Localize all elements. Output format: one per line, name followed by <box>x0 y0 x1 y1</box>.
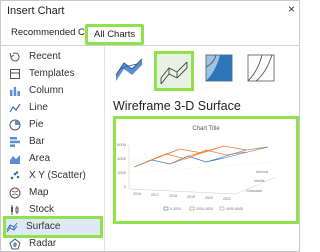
sidebar-item-label: Area <box>29 153 51 164</box>
recent-icon <box>9 51 21 63</box>
sidebar-item-label: Stock <box>29 204 55 215</box>
preview-y-tick: 6000 <box>117 142 127 147</box>
sidebar-item-label: Pie <box>29 119 44 130</box>
subtype-contour-button[interactable] <box>202 51 236 85</box>
column-chart-icon <box>9 85 21 97</box>
close-icon[interactable]: × <box>288 2 295 16</box>
chart-preview[interactable]: Chart Title 6000 4000 2000 0 2016 2017 2… <box>113 116 299 224</box>
preview-x-tick: 2017 <box>151 193 159 197</box>
sidebar-item-column[interactable]: Column <box>9 83 101 99</box>
sidebar-item-map[interactable]: Map <box>9 185 101 201</box>
sidebar-item-label: Radar <box>29 238 57 249</box>
sidebar-item-label: Map <box>29 187 49 198</box>
sidebar-item-line[interactable]: Line <box>9 100 101 116</box>
surface-3d-icon <box>115 58 143 81</box>
chart-subtype-row <box>110 49 296 91</box>
sidebar-item-label: X Y (Scatter) <box>29 170 86 181</box>
tab-all-charts[interactable]: All Charts <box>85 24 145 45</box>
preview-x-tick: 2016 <box>133 192 141 196</box>
sidebar-item-recent[interactable]: Recent <box>9 49 101 65</box>
radar-chart-icon <box>9 238 21 250</box>
sidebar-item-label: Bar <box>29 136 45 147</box>
preview-legend-item: 4000-6000 <box>226 207 243 211</box>
area-chart-icon <box>9 153 21 165</box>
preview-depth-tick: Vanilla <box>254 179 265 183</box>
preview-legend-item: 0-2000 <box>170 207 181 211</box>
preview-chart-title: Chart Title <box>192 126 220 132</box>
contour-icon <box>205 54 233 82</box>
sidebar-item-area[interactable]: Area <box>9 151 101 167</box>
map-chart-icon <box>9 187 21 199</box>
wireframe-contour-icon <box>247 54 275 82</box>
tab-bar: Recommended Charts All Charts <box>1 21 299 46</box>
stock-chart-icon <box>9 204 21 216</box>
selected-chart-type-heading: Wireframe 3-D Surface <box>113 99 241 113</box>
sidebar-item-label: Column <box>29 85 64 96</box>
templates-icon <box>9 68 21 80</box>
wireframe-surface-icon <box>160 61 188 85</box>
sidebar-item-label: Surface <box>26 221 61 232</box>
preview-x-tick: 2021 <box>223 197 231 201</box>
scatter-chart-icon <box>9 170 21 182</box>
preview-x-tick: 2018 <box>169 194 177 198</box>
preview-depth-tick: Almond <box>256 170 268 174</box>
dialog-title: Insert Chart <box>7 5 65 17</box>
sidebar-item-label: Recent <box>29 51 61 62</box>
sidebar-item-label: Line <box>29 102 48 113</box>
subtype-wireframe-contour-button[interactable] <box>244 51 278 85</box>
preview-depth-tick: Chocolate <box>246 189 262 193</box>
chart-content-area: Wireframe 3-D Surface Chart Title 6000 4… <box>105 46 299 251</box>
subtype-wireframe-3d-surface-button[interactable] <box>154 51 194 91</box>
sidebar-item-bar[interactable]: Bar <box>9 134 101 150</box>
preview-y-tick: 0 <box>124 184 127 189</box>
preview-y-tick: 4000 <box>117 156 127 161</box>
sidebar-item-templates[interactable]: Templates <box>9 66 101 82</box>
line-chart-icon <box>9 102 21 114</box>
chart-preview-graphic: Chart Title 6000 4000 2000 0 2016 2017 2… <box>117 126 277 211</box>
sidebar-item-surface[interactable]: Surface <box>6 219 100 235</box>
preview-x-tick: 2019 <box>187 195 195 199</box>
sidebar-item-pie[interactable]: Pie <box>9 117 101 133</box>
preview-y-tick: 2000 <box>117 170 127 175</box>
preview-x-tick: 2020 <box>205 196 213 200</box>
preview-legend-item: 2000-4000 <box>196 207 213 211</box>
sidebar-item-scatter[interactable]: X Y (Scatter) <box>9 168 101 184</box>
sidebar-item-stock[interactable]: Stock <box>9 202 101 218</box>
sidebar-item-label: Templates <box>29 68 75 79</box>
insert-chart-dialog: Insert Chart × Recommended Charts All Ch… <box>0 0 300 252</box>
surface-chart-icon <box>6 221 18 233</box>
bar-chart-icon <box>9 136 21 148</box>
subtype-3d-surface-button[interactable] <box>112 51 146 85</box>
sidebar-item-radar[interactable]: Radar <box>9 236 101 251</box>
chart-type-sidebar: Recent Templates Column Line Pie Bar Are… <box>1 46 105 251</box>
pie-chart-icon <box>9 119 21 131</box>
